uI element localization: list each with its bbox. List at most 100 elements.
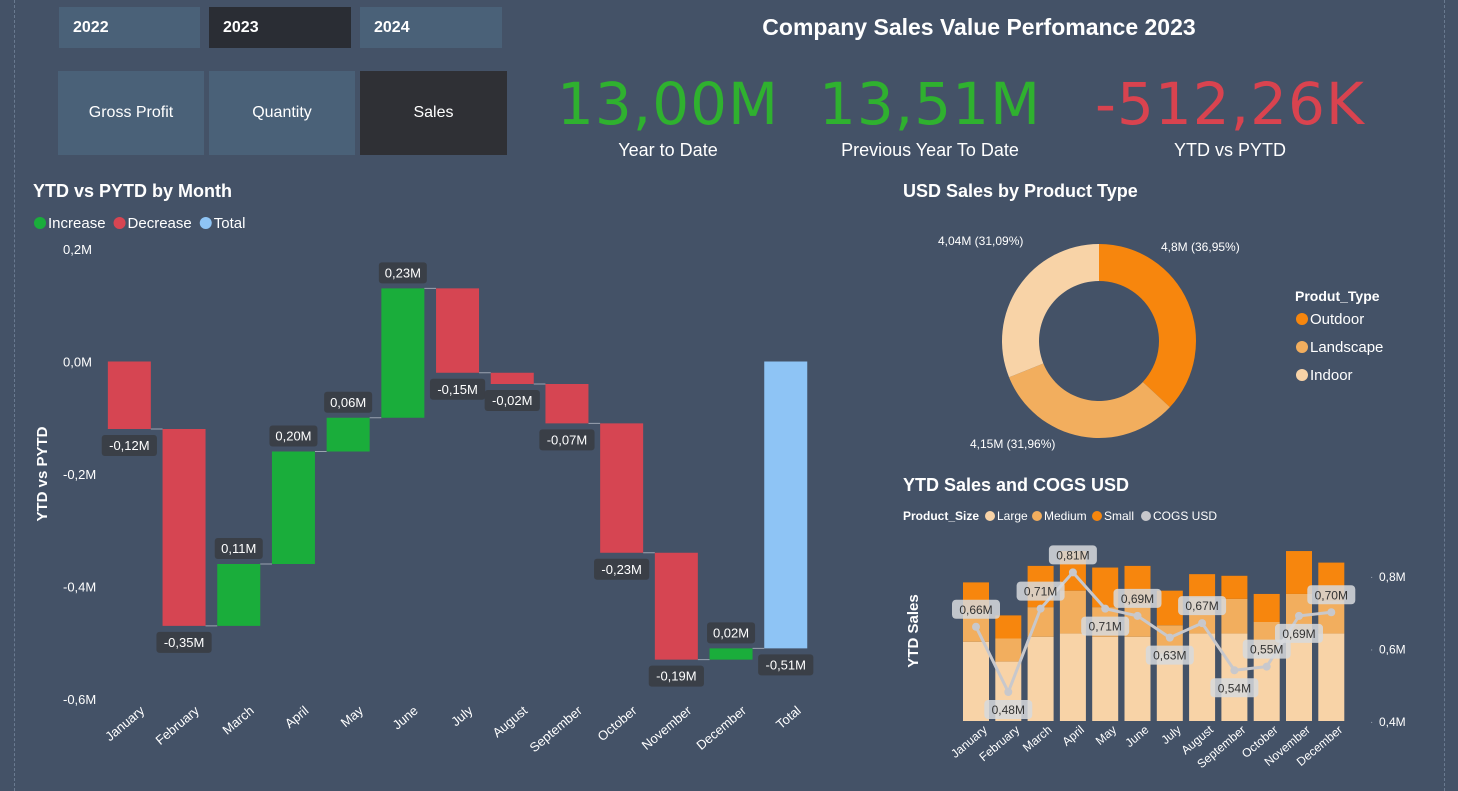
- x-tick-label: March: [219, 703, 256, 738]
- x-tick-label: Total: [773, 703, 804, 732]
- stacked-bar-small: [1253, 593, 1280, 622]
- stacked-bar-large: [1092, 636, 1119, 721]
- y-axis-title: YTD vs PYTD: [34, 426, 51, 521]
- donut-slice-indoor: [1002, 244, 1099, 378]
- legend-title: Produt_Type: [1295, 288, 1380, 304]
- donut-slice-landscape: [1009, 363, 1170, 438]
- cogs-label: 0,69M: [1282, 627, 1315, 641]
- waterfall-chart: Increase Decrease Total 0,2M 0,0M -0,2M -0,4M -…: [34, 215, 814, 755]
- legend-label-indoor: Indoor: [1310, 367, 1353, 384]
- stacked-bar-large: [1189, 633, 1216, 721]
- legend-label-large: Large: [997, 509, 1028, 523]
- x-tick-label: September: [527, 702, 586, 755]
- x-tick-label: December: [693, 702, 749, 752]
- data-label: -0,15M: [437, 382, 477, 397]
- x-tick-label: February: [152, 702, 202, 747]
- data-label: -0,02M: [492, 393, 532, 408]
- stacked-bar-medium: [995, 638, 1022, 662]
- cogs-point: [1133, 611, 1142, 620]
- x-tick-label: May: [338, 702, 367, 730]
- cogs-label: 0,67M: [1185, 599, 1218, 613]
- y2-tick-dots: ·: [1370, 717, 1373, 728]
- stacked-bar-large: [1318, 633, 1345, 721]
- legend-label-increase: Increase: [48, 215, 106, 232]
- x-tick-label: January: [102, 702, 147, 744]
- cogs-label: 0,71M: [1024, 585, 1057, 599]
- waterfall-bar-march: [217, 564, 261, 626]
- legend-label-outdoor: Outdoor: [1310, 311, 1364, 328]
- legend-marker-large: [985, 511, 995, 521]
- legend-marker-decrease: [113, 217, 126, 229]
- page-edge-right: [1444, 0, 1445, 791]
- waterfall-bar-october: [600, 423, 644, 553]
- cogs-point: [1262, 662, 1271, 671]
- waterfall-bar-february: [162, 429, 206, 626]
- stacked-bar-large: [1059, 633, 1086, 721]
- cogs-label: 0,48M: [992, 703, 1025, 717]
- cogs-point: [1327, 608, 1336, 617]
- y-tick-label: 0,2M: [63, 242, 92, 257]
- cogs-point: [1165, 633, 1174, 642]
- y2-tick-dots: ·: [1370, 572, 1373, 583]
- y-tick-label: -0,4M: [63, 580, 96, 595]
- cogs-point: [1295, 611, 1303, 620]
- data-label: 0,23M: [385, 265, 421, 280]
- cogs-label: 0,70M: [1315, 588, 1348, 602]
- stacked-chart: Product_Size Large Medium Small COGS USD YTD …: [903, 509, 1406, 771]
- legend-marker-indoor: [1296, 369, 1308, 381]
- data-label: -0,12M: [109, 438, 149, 453]
- y-tick-label: -0,2M: [63, 467, 96, 482]
- waterfall-bar-total: [764, 361, 808, 649]
- waterfall-bar-december: [709, 648, 753, 660]
- cogs-label: 0,63M: [1153, 649, 1186, 663]
- waterfall-bar-june: [381, 288, 425, 418]
- y2-tick-label: 0,6M: [1379, 643, 1406, 657]
- donut-label-landscape: 4,15M (31,96%): [970, 437, 1055, 451]
- y2-tick-dots: ·: [1370, 645, 1373, 656]
- x-tick-label: April: [1059, 723, 1086, 749]
- y2-tick-label: 0,4M: [1379, 715, 1406, 729]
- legend-marker-medium: [1032, 511, 1042, 521]
- x-tick-label: October: [595, 702, 641, 744]
- cogs-point: [1036, 604, 1045, 613]
- legend-marker-cogs-usd: [1141, 511, 1151, 521]
- x-tick-label: May: [1093, 723, 1119, 748]
- waterfall-bar-september: [545, 384, 589, 424]
- cogs-point: [1068, 568, 1077, 577]
- legend-marker-outdoor: [1296, 313, 1308, 325]
- x-tick-label: April: [282, 703, 312, 731]
- donut-chart: 4,8M (36,95%) 4,15M (31,96%) 4,04M (31,09%…: [938, 234, 1383, 451]
- x-tick-label: August: [490, 703, 531, 741]
- cogs-point: [1004, 688, 1013, 696]
- legend-marker-total: [199, 217, 212, 229]
- legend-marker-landscape: [1296, 341, 1308, 353]
- cogs-label: 0,81M: [1056, 548, 1089, 562]
- donut-label-outdoor: 4,8M (36,95%): [1161, 240, 1240, 254]
- data-label: 0,06M: [330, 395, 366, 410]
- data-label: -0,07M: [547, 432, 587, 447]
- stacked-bar-small: [1189, 574, 1216, 598]
- legend-label-landscape: Landscape: [1310, 339, 1383, 356]
- cogs-point: [972, 622, 980, 631]
- data-label: -0,51M: [766, 657, 806, 672]
- y-tick-label: 0,0M: [63, 355, 92, 370]
- y2-tick-label: 0,8M: [1379, 570, 1406, 584]
- data-label: 0,02M: [713, 625, 749, 640]
- y-tick-label: -0,6M: [63, 692, 96, 707]
- legend-label-medium: Medium: [1044, 509, 1087, 523]
- data-label: -0,19M: [656, 669, 696, 684]
- stacked-title: YTD Sales and COGS USD: [903, 475, 1130, 495]
- cogs-label: 0,54M: [1218, 681, 1251, 695]
- legend-title: Product_Size: [903, 509, 979, 523]
- y-axis-title: YTD Sales: [905, 594, 922, 667]
- legend-label-cogs-usd: COGS USD: [1153, 509, 1217, 523]
- legend-label-small: Small: [1104, 509, 1134, 523]
- data-label: -0,35M: [164, 635, 204, 650]
- cogs-label: 0,69M: [1121, 592, 1154, 606]
- waterfall-bar-july: [436, 288, 480, 373]
- legend-label-decrease: Decrease: [128, 215, 192, 232]
- x-tick-label: June: [1122, 722, 1151, 750]
- cogs-point: [1230, 666, 1239, 675]
- data-label: 0,11M: [221, 541, 256, 556]
- cogs-label: 0,71M: [1089, 620, 1122, 634]
